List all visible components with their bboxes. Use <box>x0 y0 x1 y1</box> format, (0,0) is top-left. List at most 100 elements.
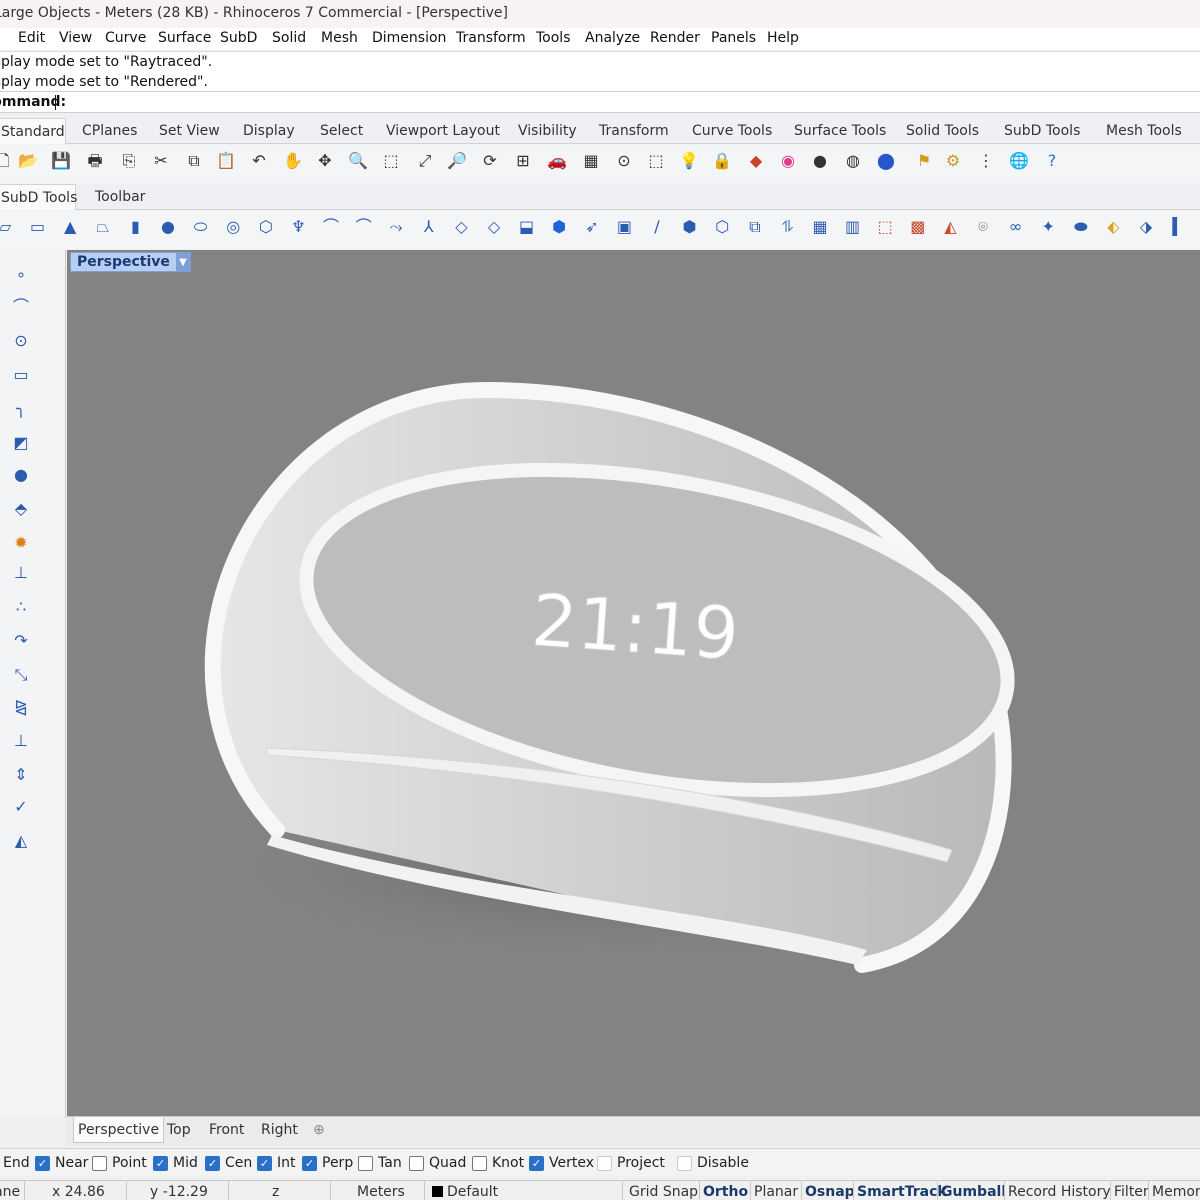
osnap-perp[interactable]: ✓ Perp <box>302 1155 353 1171</box>
subd-loft-1-icon[interactable]: ⌒ <box>320 216 342 238</box>
zoom-window-icon[interactable]: ⬚ <box>380 150 402 172</box>
osnap-vertex[interactable]: ✓ Vertex <box>529 1155 594 1171</box>
subd-extrude-icon[interactable]: ⬓ <box>516 216 538 238</box>
toggle-smarttrack[interactable]: SmartTrack <box>857 1184 947 1200</box>
light-icon[interactable]: 💡 <box>678 150 700 172</box>
point-icon[interactable]: ∘ <box>10 264 32 286</box>
new-icon[interactable]: 🗋 <box>0 150 14 172</box>
osnap-project[interactable]: Project <box>597 1155 665 1171</box>
print-icon[interactable]: 🖶 <box>84 150 106 172</box>
command-line[interactable]: Command: <box>0 91 1200 113</box>
zoom-icon[interactable]: 🔍 <box>347 150 369 172</box>
subtab-subd-tools[interactable]: SubD Tools <box>0 184 77 210</box>
subd-truncated-cone-icon[interactable]: ⏢ <box>92 216 114 238</box>
viewport-tab-perspective[interactable]: Perspective <box>73 1117 165 1143</box>
add-viewport-icon[interactable]: ⊕ <box>313 1122 325 1138</box>
render-sphere-icon[interactable]: ◍ <box>842 150 864 172</box>
tab-cplanes[interactable]: CPlanes <box>82 123 137 139</box>
menu-view[interactable]: View <box>59 30 92 46</box>
subd-split-icon[interactable]: ⬢ <box>679 216 701 238</box>
surface-icon[interactable]: ◩ <box>10 432 32 454</box>
tab-standard[interactable]: Standard <box>0 118 66 144</box>
osnap-tan[interactable]: Tan <box>358 1155 402 1171</box>
osnap-quad[interactable]: Quad <box>409 1155 466 1171</box>
subd-ellipsoid-icon[interactable]: ⬭ <box>190 216 212 238</box>
toggle-planar[interactable]: Planar <box>754 1184 798 1200</box>
menu-surface[interactable]: Surface <box>158 30 211 46</box>
checkbox-icon[interactable] <box>409 1155 424 1171</box>
gear-icon[interactable]: ⚙ <box>942 150 964 172</box>
subd-grid-icon[interactable]: ▥ <box>842 216 864 238</box>
subd-symmetry-icon[interactable]: ∞ <box>1005 216 1027 238</box>
tab-select[interactable]: Select <box>320 123 363 139</box>
checkbox-icon[interactable] <box>597 1155 612 1171</box>
menu-help[interactable]: Help <box>767 30 799 46</box>
menu-dimension[interactable]: Dimension <box>372 30 446 46</box>
circle-icon[interactable]: ⊙ <box>10 330 32 352</box>
subd-fold-icon[interactable]: ◭ <box>939 216 961 238</box>
subd-bridge-icon[interactable]: ◇ <box>450 216 472 238</box>
toggle-memory[interactable]: Memory <box>1152 1184 1200 1200</box>
menu-subd[interactable]: SubD <box>220 30 257 46</box>
paste-icon[interactable]: 📋 <box>215 150 237 172</box>
array-icon[interactable]: ∴ <box>10 596 32 618</box>
undo-icon[interactable]: ↶ <box>248 150 270 172</box>
analyze-icon[interactable]: ◭ <box>10 830 32 852</box>
options-icon[interactable]: ⋮ <box>975 150 997 172</box>
checkbox-icon[interactable]: ✓ <box>153 1155 168 1171</box>
subd-insert-edge-icon[interactable]: ⥮ <box>776 216 798 238</box>
subd-sphere-icon[interactable]: ● <box>157 216 179 238</box>
osnap-int[interactable]: ✓ Int <box>257 1155 296 1171</box>
viewport-tab-top[interactable]: Top <box>167 1122 191 1138</box>
menu-panels[interactable]: Panels <box>711 30 756 46</box>
material-icon[interactable]: ◆ <box>745 150 767 172</box>
zoom-selected-icon[interactable]: 🔎 <box>446 150 468 172</box>
osnap-near[interactable]: ✓ Near <box>35 1155 88 1171</box>
subd-merge-icon[interactable]: ⧉ <box>744 216 766 238</box>
globe-icon[interactable]: 🌐 <box>1008 150 1030 172</box>
mesh-icon[interactable]: ⬘ <box>10 498 32 520</box>
subd-color-grid-icon[interactable]: ▩ <box>907 216 929 238</box>
subd-tag-icon[interactable]: ⬚ <box>874 216 896 238</box>
save-icon[interactable]: 💾 <box>50 150 72 172</box>
curve-icon[interactable]: ⌒ <box>10 296 32 318</box>
osnap-mid[interactable]: ✓ Mid <box>153 1155 198 1171</box>
subd-cube-icon[interactable]: ⬢ <box>548 216 570 238</box>
explode-icon[interactable]: ✹ <box>10 532 32 554</box>
subd-panel-icon[interactable]: ▍ <box>1168 216 1190 238</box>
subd-cylinder-icon[interactable]: ▮ <box>124 216 146 238</box>
checkbox-icon[interactable]: ✓ <box>205 1155 220 1171</box>
menu-mesh[interactable]: Mesh <box>321 30 358 46</box>
menu-solid[interactable]: Solid <box>272 30 306 46</box>
toggle-ortho[interactable]: Ortho <box>703 1184 748 1200</box>
subd-plane-icon[interactable]: ▱ <box>0 216 16 238</box>
perspective-viewport[interactable]: 21:19 Perspective ▼ <box>67 250 1200 1116</box>
checkbox-icon[interactable]: ✓ <box>35 1155 50 1171</box>
tab-visibility[interactable]: Visibility <box>518 123 577 139</box>
checkbox-icon[interactable]: ✓ <box>529 1155 544 1171</box>
tab-curve-tools[interactable]: Curve Tools <box>692 123 772 139</box>
solid-icon[interactable]: ● <box>10 464 32 486</box>
scale-icon[interactable]: ⤡ <box>10 664 32 686</box>
subd-slide-icon[interactable]: ⬡ <box>711 216 733 238</box>
menu-render[interactable]: Render <box>650 30 700 46</box>
flag-icon[interactable]: ⚑ <box>913 150 935 172</box>
osnap-end[interactable]: ✓End <box>3 1155 30 1171</box>
checkbox-icon[interactable] <box>677 1155 692 1171</box>
subd-offset-icon[interactable]: ➶ <box>581 216 603 238</box>
point-icon[interactable]: ⊙ <box>613 150 635 172</box>
toggle-osnap[interactable]: Osnap <box>805 1184 855 1200</box>
subd-crease-icon[interactable]: ▣ <box>613 216 635 238</box>
checkbox-icon[interactable] <box>472 1155 487 1171</box>
subd-sweep-icon[interactable]: ⤳ <box>385 216 407 238</box>
viewport-tab-right[interactable]: Right <box>261 1122 298 1138</box>
toggle-filter[interactable]: Filter <box>1114 1184 1149 1200</box>
subd-box-icon[interactable]: ▭ <box>27 216 49 238</box>
subd-cup-icon[interactable]: ⌾ <box>972 216 994 238</box>
viewport-tab-front[interactable]: Front <box>209 1122 244 1138</box>
units-label[interactable]: Meters <box>357 1184 405 1200</box>
align-icon[interactable]: ⇕ <box>10 764 32 786</box>
shaded-sphere-icon[interactable]: ● <box>809 150 831 172</box>
rectangle-icon[interactable]: ▭ <box>10 364 32 386</box>
subd-star-icon[interactable]: ✦ <box>1037 216 1059 238</box>
